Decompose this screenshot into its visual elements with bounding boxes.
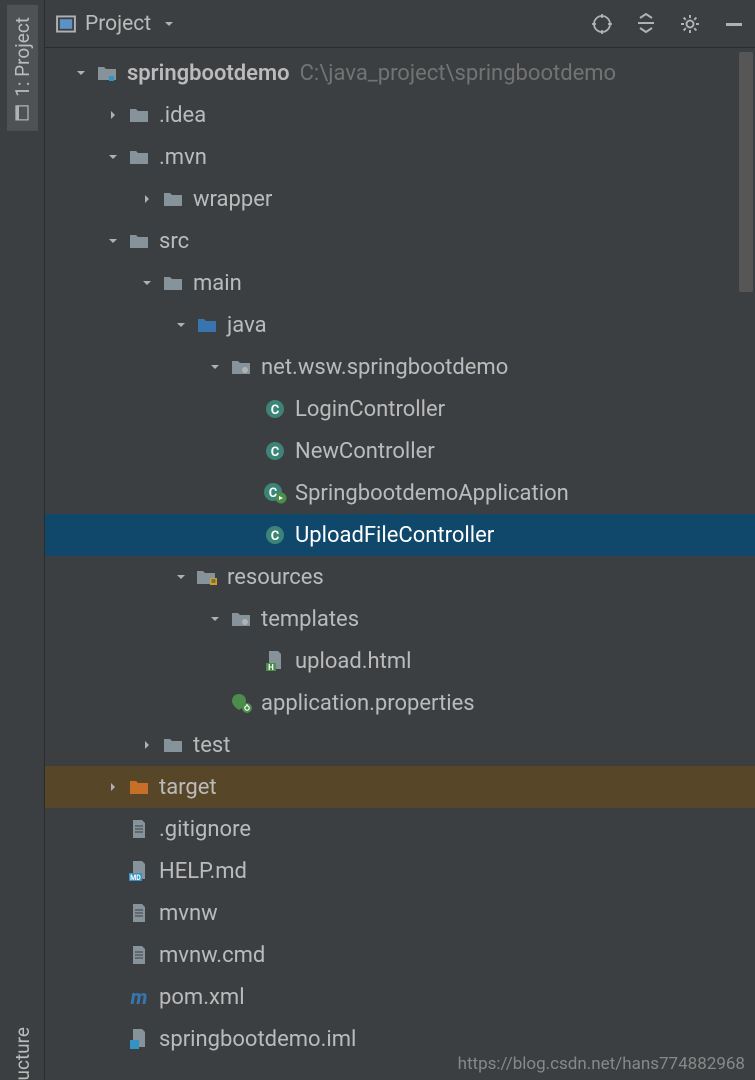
structure-tab[interactable]: ucture (7, 1017, 38, 1080)
minimize-icon[interactable] (723, 13, 745, 35)
excluded-folder-icon (125, 778, 153, 796)
tree-item-package[interactable]: net.wsw.springbootdemo (45, 346, 755, 388)
folder-icon (159, 736, 187, 754)
tree-item-java[interactable]: java (45, 304, 755, 346)
tree-item-test[interactable]: test (45, 724, 755, 766)
chevron-right-icon[interactable] (135, 193, 159, 205)
tree-item-main[interactable]: main (45, 262, 755, 304)
project-toolbar: Project (45, 0, 755, 48)
project-tab-label: 1: Project (11, 17, 34, 97)
tree-item-mvn[interactable]: .mvn (45, 136, 755, 178)
project-tab-icon (14, 105, 30, 121)
project-tree: springbootdemo C:\java_project\springboo… (45, 48, 755, 1080)
svg-text:H: H (268, 663, 274, 672)
settings-gear-icon[interactable] (679, 13, 701, 35)
folder-icon (159, 274, 187, 292)
chevron-down-icon[interactable] (203, 361, 227, 373)
tree-item-target[interactable]: target (45, 766, 755, 808)
tree-root[interactable]: springbootdemo C:\java_project\springboo… (45, 52, 755, 94)
structure-tab-label: ucture (11, 1027, 34, 1080)
tree-item-helpmd[interactable]: MD HELP.md (45, 850, 755, 892)
chevron-down-icon[interactable] (169, 571, 193, 583)
file-icon (125, 819, 153, 839)
chevron-down-icon[interactable] (69, 67, 93, 79)
project-dropdown-icon[interactable] (163, 18, 175, 30)
chevron-down-icon[interactable] (135, 277, 159, 289)
module-folder-icon (93, 64, 121, 82)
package-icon (227, 358, 255, 376)
locate-icon[interactable] (591, 13, 613, 35)
tree-item-resources[interactable]: resources (45, 556, 755, 598)
html-file-icon: H (261, 650, 289, 672)
class-icon: C (261, 441, 289, 461)
tree-item-app-properties[interactable]: application.properties (45, 682, 755, 724)
watermark: https://blog.csdn.net/hans774882968 (458, 1054, 745, 1074)
tree-item-templates[interactable]: templates (45, 598, 755, 640)
file-icon (125, 903, 153, 923)
resources-folder-icon (193, 568, 221, 586)
chevron-down-icon[interactable] (169, 319, 193, 331)
folder-icon (159, 190, 187, 208)
folder-icon (125, 232, 153, 250)
tree-item-mvnw-cmd[interactable]: mvnw.cmd (45, 934, 755, 976)
chevron-right-icon[interactable] (135, 739, 159, 751)
class-icon: C (261, 525, 289, 545)
tree-item-springboot-app[interactable]: C SpringbootdemoApplication (45, 472, 755, 514)
root-path: C:\java_project\springbootdemo (300, 61, 617, 86)
chevron-right-icon[interactable] (101, 109, 125, 121)
tree-item-upload-html[interactable]: H upload.html (45, 640, 755, 682)
chevron-down-icon[interactable] (203, 613, 227, 625)
svg-text:C: C (271, 529, 280, 544)
package-icon (227, 610, 255, 628)
class-icon: C (261, 399, 289, 419)
chevron-down-icon[interactable] (101, 235, 125, 247)
spring-properties-icon (227, 692, 255, 714)
svg-text:MD: MD (130, 874, 141, 882)
chevron-right-icon[interactable] (101, 781, 125, 793)
svg-text:C: C (271, 403, 280, 418)
runnable-class-icon: C (261, 482, 289, 504)
svg-text:m: m (130, 987, 148, 1007)
chevron-down-icon[interactable] (101, 151, 125, 163)
tree-item-gitignore[interactable]: .gitignore (45, 808, 755, 850)
tree-item-login-controller[interactable]: C LoginController (45, 388, 755, 430)
tree-item-src[interactable]: src (45, 220, 755, 262)
maven-icon: m (125, 987, 153, 1007)
source-folder-icon (193, 316, 221, 334)
tree-item-pom[interactable]: m pom.xml (45, 976, 755, 1018)
expand-all-icon[interactable] (635, 13, 657, 35)
module-file-icon (125, 1028, 153, 1050)
tree-item-idea[interactable]: .idea (45, 94, 755, 136)
folder-icon (125, 106, 153, 124)
folder-icon (125, 148, 153, 166)
project-toolbar-title[interactable]: Project (85, 12, 151, 36)
tree-item-wrapper[interactable]: wrapper (45, 178, 755, 220)
file-icon (125, 945, 153, 965)
left-gutter: 1: Project ucture (0, 0, 45, 1080)
svg-text:C: C (271, 445, 280, 460)
tree-item-upload-controller[interactable]: C UploadFileController (45, 514, 755, 556)
markdown-file-icon: MD (125, 860, 153, 882)
tree-item-new-controller[interactable]: C NewController (45, 430, 755, 472)
root-name: springbootdemo (127, 61, 290, 86)
scrollbar-thumb[interactable] (739, 52, 753, 292)
tree-item-mvnw[interactable]: mvnw (45, 892, 755, 934)
project-tab[interactable]: 1: Project (7, 5, 38, 131)
project-panel-icon (55, 13, 77, 35)
